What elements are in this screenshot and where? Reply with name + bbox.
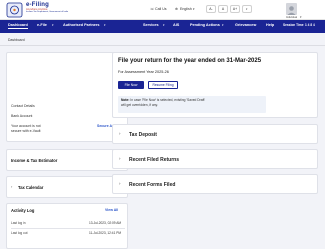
- font-decrease-button[interactable]: A-: [206, 5, 216, 13]
- secure-account-text: Your account is not: [11, 124, 41, 128]
- main-nav: Dashboard e-File ▾ Authorised Partners ▾…: [0, 20, 325, 33]
- chevron-down-icon: ▾: [193, 7, 195, 11]
- recent-filed-returns-section[interactable]: › Recent Filed Returns: [112, 149, 318, 169]
- recent-forms-filed-section[interactable]: › Recent Forms Filed: [112, 174, 318, 194]
- last-login-label: Last log in: [11, 221, 26, 225]
- chevron-down-icon: ▾: [52, 23, 54, 27]
- note-label: Note:: [121, 98, 130, 102]
- activity-log-card: Activity Log View All Last log in 13-Jul…: [6, 203, 128, 249]
- note-text: In case 'File Now' is selected, existing…: [130, 98, 206, 102]
- file-now-button[interactable]: File Now: [118, 81, 144, 89]
- globe-icon: ⊕: [175, 7, 179, 11]
- nav-services[interactable]: Services: [143, 23, 159, 27]
- estimator-title: Income & Tax Estimator: [11, 158, 58, 163]
- user-type-label: Individual: [286, 16, 297, 19]
- activity-log-title: Activity Log: [11, 208, 35, 213]
- nav-ais[interactable]: AIS: [173, 23, 179, 27]
- recent-forms-filed-title: Recent Forms Filed: [129, 182, 176, 188]
- session-timer: 1 4 8 4: [305, 23, 315, 27]
- brand-department: Income Tax Department, Government of Ind…: [26, 11, 69, 13]
- font-normal-button[interactable]: A: [218, 5, 228, 13]
- call-us-link[interactable]: Call Us: [155, 7, 167, 11]
- user-icon: [287, 6, 296, 15]
- chevron-right-icon: ›: [119, 131, 121, 136]
- top-header: e-Filing Anywhere Anytime Income Tax Dep…: [0, 0, 325, 20]
- chevron-down-icon: ▾: [255, 23, 257, 27]
- note-box: Note: In case 'File Now' is selected, ex…: [118, 96, 266, 113]
- chevron-down-icon: ▾: [163, 23, 165, 27]
- tax-deposit-section[interactable]: › Tax Deposit: [112, 124, 318, 144]
- divider: [11, 228, 125, 229]
- nav-grievances[interactable]: Grievances: [235, 23, 255, 27]
- session-label: Session Time: [283, 23, 304, 27]
- nav-dashboard[interactable]: Dashboard: [8, 23, 28, 29]
- income-tax-estimator-card[interactable]: Income & Tax Estimator: [6, 149, 128, 171]
- recent-filed-returns-title: Recent Filed Returns: [129, 157, 180, 163]
- emblem-logo-icon[interactable]: [6, 2, 23, 18]
- chevron-down-icon[interactable]: ▾: [300, 15, 302, 19]
- contrast-toggle[interactable]: ◐: [242, 5, 252, 13]
- nav-pending-actions[interactable]: Pending Actions: [190, 23, 220, 27]
- profile-card: Contact Details Update Bank Account Upda…: [6, 52, 128, 142]
- view-all-link[interactable]: View All: [105, 208, 118, 212]
- last-logout-value: 11-Jul-2023, 12:41 PM: [89, 231, 122, 235]
- divider: [0, 45, 325, 46]
- note-text-2: will get overridden, if any.: [121, 103, 158, 107]
- nav-authorised-partners[interactable]: Authorised Partners: [63, 23, 100, 27]
- chevron-down-icon: ▾: [222, 23, 224, 27]
- chevron-right-icon: ›: [119, 181, 121, 186]
- breadcrumb[interactable]: Dashboard: [8, 38, 25, 42]
- contact-details-label: Contact Details: [11, 104, 35, 108]
- call-icon[interactable]: ☏: [150, 7, 155, 11]
- file-return-title: File your return for the year ended on 3…: [118, 58, 262, 64]
- assessment-year: For Assessment Year 2025-26: [118, 70, 169, 74]
- last-logout-label: Last log out: [11, 231, 28, 235]
- tax-calendar-title: Tax Calendar: [18, 185, 44, 190]
- chevron-right-icon: ›: [11, 184, 13, 189]
- chevron-right-icon: ›: [119, 156, 121, 161]
- font-increase-button[interactable]: A+: [230, 5, 240, 13]
- avatar[interactable]: [286, 3, 297, 15]
- nav-help[interactable]: Help: [266, 23, 274, 27]
- tax-calendar-card[interactable]: › Tax Calendar: [6, 176, 128, 198]
- language-select[interactable]: English: [180, 7, 192, 11]
- brand: e-Filing Anywhere Anytime Income Tax Dep…: [26, 2, 68, 14]
- last-login-value: 13-Jul-2023, 02:09 AM: [89, 221, 122, 225]
- secure-account-text-2: secure with e-Vault: [11, 129, 41, 133]
- chevron-down-icon: ▾: [104, 23, 106, 27]
- bank-account-label: Bank Account: [11, 114, 33, 118]
- resume-filing-button[interactable]: Resume Filing: [148, 81, 178, 89]
- nav-e-file[interactable]: e-File: [37, 23, 47, 27]
- tax-deposit-title: Tax Deposit: [129, 132, 157, 138]
